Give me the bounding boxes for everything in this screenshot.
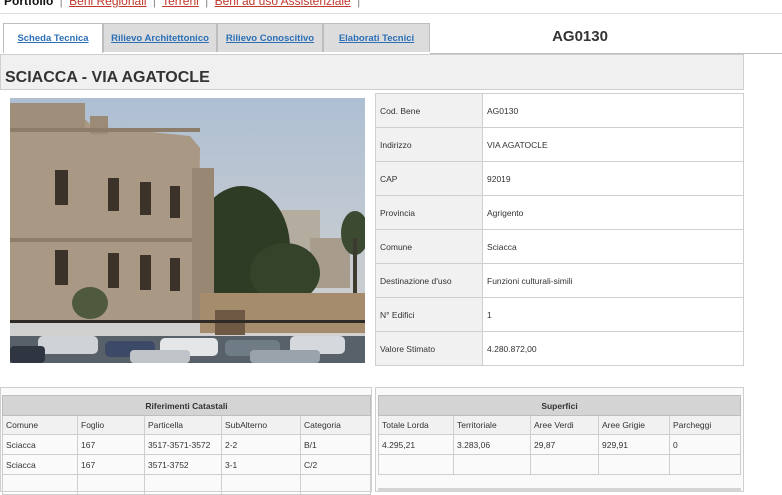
building-photo (10, 98, 365, 363)
details-row: Provincia Agrigento (375, 195, 744, 230)
page-title: SCIACCA - VIA AGATOCLE (5, 69, 210, 86)
superfici-caption: Superfici (378, 395, 741, 416)
asset-code: AG0130 (552, 28, 608, 45)
col-foglio: Foglio (77, 415, 145, 435)
nav-separator: | (152, 0, 156, 8)
cell-foglio: 167 (77, 434, 145, 455)
nav-separator: | (357, 0, 361, 8)
cell-particella: 3517-3571-3572 (144, 434, 222, 455)
label-provincia: Provincia (375, 195, 483, 230)
empty-cell (530, 454, 599, 475)
col-totale-lorda: Totale Lorda (378, 415, 454, 435)
cell-categoria: B/1 (300, 434, 371, 455)
label-n-edifici: N° Edifici (375, 297, 483, 332)
nav-separator: | (59, 0, 63, 8)
label-destinazione-uso: Destinazione d'uso (375, 263, 483, 298)
label-comune: Comune (375, 229, 483, 264)
value-cap: 92019 (482, 161, 744, 196)
details-table: Cod. Bene AG0130 Indirizzo VIA AGATOCLE … (375, 93, 744, 366)
tab-bar: Scheda Tecnica Rilievo Architettonico Ri… (3, 23, 430, 53)
col-territoriale: Territoriale (453, 415, 531, 435)
catastali-table: Riferimenti Catastali Comune Foglio Part… (2, 395, 371, 495)
cell-aree-grigie: 929,91 (598, 434, 670, 455)
empty-cell (669, 454, 741, 475)
table-row: 4.295,21 3.283,06 29,87 929,91 0 (378, 434, 741, 455)
details-row: CAP 92019 (375, 161, 744, 196)
label-indirizzo: Indirizzo (375, 127, 483, 162)
details-row: Indirizzo VIA AGATOCLE (375, 127, 744, 162)
col-parcheggi: Parcheggi (669, 415, 741, 435)
details-row: Comune Sciacca (375, 229, 744, 264)
col-particella: Particella (144, 415, 222, 435)
details-row: Destinazione d'uso Funzioni culturali-si… (375, 263, 744, 298)
cell-particella: 3571-3752 (144, 454, 222, 475)
nav-link-beni-assistenziale[interactable]: Beni ad uso Assistenziale (215, 0, 351, 8)
tab-rilievo-architettonico[interactable]: Rilievo Architettonico (103, 23, 217, 52)
catastali-caption: Riferimenti Catastali (2, 395, 371, 416)
col-categoria: Categoria (300, 415, 371, 435)
value-provincia: Agrigento (482, 195, 744, 230)
next-section-header (378, 488, 741, 492)
cell-territoriale: 3.283,06 (453, 434, 531, 455)
col-aree-grigie: Aree Grigie (598, 415, 670, 435)
details-row: N° Edifici 1 (375, 297, 744, 332)
cell-categoria: C/2 (300, 454, 371, 475)
superfici-table: Superfici Totale Lorda Territoriale Aree… (378, 395, 741, 475)
cell-foglio: 167 (77, 454, 145, 475)
details-row: Valore Stimato 4.280.872,00 (375, 331, 744, 366)
table-header-row: Comune Foglio Particella SubAlterno Cate… (2, 415, 371, 435)
details-row: Cod. Bene AG0130 (375, 93, 744, 128)
tab-rilievo-conoscitivo[interactable]: Rilievo Conoscitivo (217, 23, 323, 52)
empty-cell (378, 454, 454, 475)
label-cap: CAP (375, 161, 483, 196)
table-row-empty (378, 454, 741, 475)
nav-separator: | (205, 0, 209, 8)
cell-aree-verdi: 29,87 (530, 434, 599, 455)
tab-elaborati-tecnici[interactable]: Elaborati Tecnici (323, 23, 430, 52)
empty-cell (453, 454, 531, 475)
table-row: Sciacca 167 3517-3571-3572 2-2 B/1 (2, 434, 371, 455)
nav-link-terreni[interactable]: Terreni (162, 0, 199, 8)
table-header-row: Totale Lorda Territoriale Aree Verdi Are… (378, 415, 741, 435)
empty-cell (598, 454, 670, 475)
cell-subalterno: 2-2 (221, 434, 301, 455)
value-destinazione-uso: Funzioni culturali-simili (482, 263, 744, 298)
nav-link-beni-regionali[interactable]: Beni Regionali (69, 0, 146, 8)
nav-current-portfolio: Portfolio (4, 0, 54, 8)
cell-subalterno: 3-1 (221, 454, 301, 475)
cell-comune: Sciacca (2, 454, 78, 475)
table-row: Sciacca 167 3571-3752 3-1 C/2 (2, 454, 371, 475)
label-cod-bene: Cod. Bene (375, 93, 483, 128)
value-cod-bene: AG0130 (482, 93, 744, 128)
col-comune: Comune (2, 415, 78, 435)
value-indirizzo: VIA AGATOCLE (482, 127, 744, 162)
cell-comune: Sciacca (2, 434, 78, 455)
cell-parcheggi: 0 (669, 434, 741, 455)
tab-scheda-tecnica[interactable]: Scheda Tecnica (3, 23, 103, 53)
value-n-edifici: 1 (482, 297, 744, 332)
top-navigation: Portfolio | Beni Regionali | Terreni | B… (0, 0, 782, 10)
col-subalterno: SubAlterno (221, 415, 301, 435)
label-valore-stimato: Valore Stimato (375, 331, 483, 366)
cell-totale-lorda: 4.295,21 (378, 434, 454, 455)
col-aree-verdi: Aree Verdi (530, 415, 599, 435)
value-valore-stimato: 4.280.872,00 (482, 331, 744, 366)
value-comune: Sciacca (482, 229, 744, 264)
nav-divider (0, 13, 782, 14)
